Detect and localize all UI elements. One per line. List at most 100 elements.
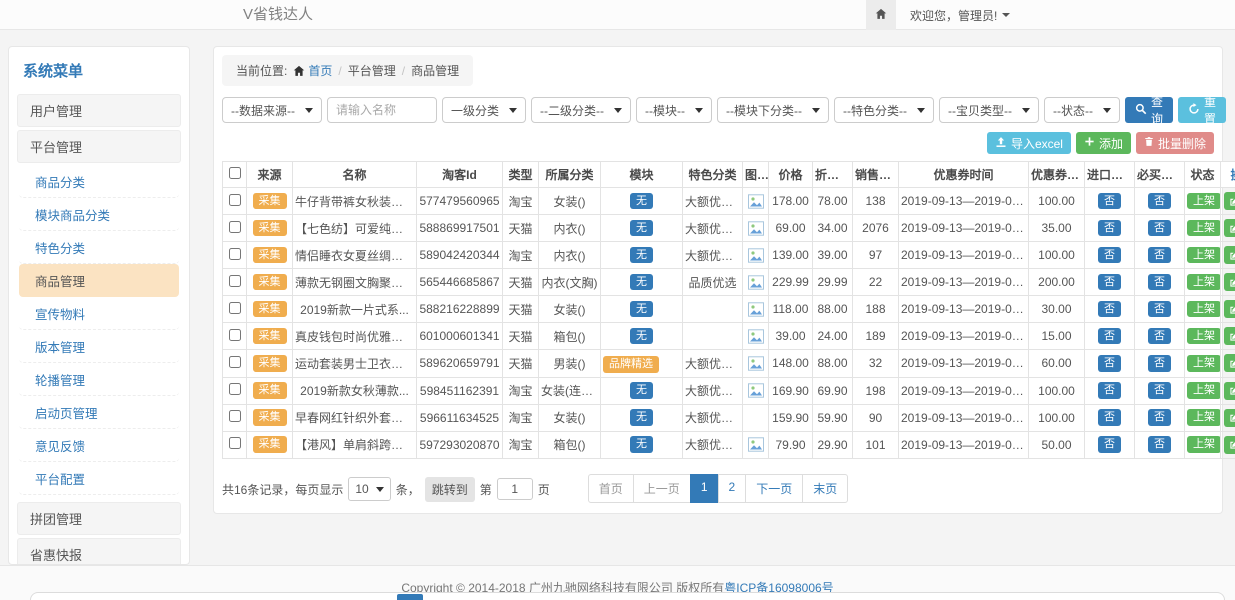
- product-thumbnail-icon[interactable]: [748, 194, 764, 209]
- page-button-4[interactable]: 下一页: [745, 474, 803, 503]
- module-badge[interactable]: 无: [630, 247, 653, 264]
- status-badge[interactable]: 上架: [1187, 193, 1221, 210]
- sidebar-item[interactable]: 宣传物料: [19, 297, 179, 330]
- status-badge[interactable]: 上架: [1187, 301, 1221, 318]
- row-checkbox[interactable]: [229, 437, 241, 449]
- sidebar-group[interactable]: 拼团管理: [17, 502, 181, 535]
- select-all-checkbox[interactable]: [229, 167, 241, 179]
- import-toggle[interactable]: 否: [1098, 247, 1121, 264]
- add-button[interactable]: 添加: [1076, 132, 1131, 154]
- row-checkbox[interactable]: [229, 221, 241, 233]
- status-badge[interactable]: 上架: [1187, 328, 1221, 345]
- import-toggle[interactable]: 否: [1098, 220, 1121, 237]
- must-buy-toggle[interactable]: 否: [1148, 409, 1171, 426]
- status-badge[interactable]: 上架: [1187, 409, 1221, 426]
- must-buy-toggle[interactable]: 否: [1148, 274, 1171, 291]
- page-button-5[interactable]: 末页: [802, 474, 848, 503]
- jump-page-input[interactable]: [497, 478, 533, 500]
- product-thumbnail-icon[interactable]: [748, 248, 764, 263]
- row-checkbox[interactable]: [229, 410, 241, 422]
- import-toggle[interactable]: 否: [1098, 409, 1121, 426]
- status-badge[interactable]: 上架: [1187, 355, 1221, 372]
- product-thumbnail-icon[interactable]: [748, 383, 764, 398]
- must-buy-toggle[interactable]: 否: [1148, 247, 1171, 264]
- sidebar-item-active[interactable]: 商品管理: [19, 264, 179, 297]
- sidebar-item[interactable]: 平台配置: [19, 462, 179, 495]
- module-badge[interactable]: 无: [630, 409, 653, 426]
- batch-delete-button[interactable]: 批量删除: [1136, 132, 1214, 154]
- status-badge[interactable]: 上架: [1187, 274, 1221, 291]
- sidebar-group[interactable]: 省惠快报: [17, 538, 181, 565]
- status-badge[interactable]: 上架: [1187, 382, 1221, 399]
- sidebar-item[interactable]: 特色分类: [19, 231, 179, 264]
- jump-button[interactable]: 跳转到: [425, 477, 475, 502]
- must-buy-toggle[interactable]: 否: [1148, 382, 1171, 399]
- per-page-select[interactable]: 10: [348, 477, 390, 501]
- module-badge[interactable]: 无: [630, 220, 653, 237]
- status-badge[interactable]: 上架: [1187, 436, 1221, 453]
- sidebar-item[interactable]: 版本管理: [19, 330, 179, 363]
- product-thumbnail-icon[interactable]: [748, 275, 764, 290]
- product-thumbnail-icon[interactable]: [748, 437, 764, 452]
- must-buy-toggle[interactable]: 否: [1148, 436, 1171, 453]
- module-badge[interactable]: 无: [630, 328, 653, 345]
- filter-select-feature[interactable]: --特色分类--: [834, 97, 934, 123]
- edit-button[interactable]: [1224, 382, 1235, 400]
- sidebar-item[interactable]: 启动页管理: [19, 396, 179, 429]
- module-badge[interactable]: 无: [630, 436, 653, 453]
- row-checkbox[interactable]: [229, 356, 241, 368]
- import-toggle[interactable]: 否: [1098, 436, 1121, 453]
- row-checkbox[interactable]: [229, 302, 241, 314]
- must-buy-toggle[interactable]: 否: [1148, 301, 1171, 318]
- search-button[interactable]: 查询: [1125, 97, 1173, 123]
- edit-button[interactable]: [1224, 273, 1235, 291]
- module-badge[interactable]: 无: [630, 301, 653, 318]
- must-buy-toggle[interactable]: 否: [1148, 193, 1171, 210]
- import-toggle[interactable]: 否: [1098, 193, 1121, 210]
- module-badge[interactable]: 无: [630, 193, 653, 210]
- sidebar-group[interactable]: 平台管理: [17, 130, 181, 163]
- module-badge[interactable]: 品牌精选: [603, 356, 659, 373]
- edit-button[interactable]: [1224, 300, 1235, 318]
- sidebar-item[interactable]: 轮播管理: [19, 363, 179, 396]
- module-badge[interactable]: 无: [630, 382, 653, 399]
- page-button-num-2[interactable]: 2: [718, 474, 747, 503]
- filter-select-category2[interactable]: --二级分类--: [531, 97, 631, 123]
- filter-select-item-type[interactable]: --宝贝类型--: [939, 97, 1039, 123]
- row-checkbox[interactable]: [229, 248, 241, 260]
- edit-button[interactable]: [1224, 327, 1235, 345]
- status-badge[interactable]: 上架: [1187, 220, 1221, 237]
- import-toggle[interactable]: 否: [1098, 355, 1121, 372]
- product-thumbnail-icon[interactable]: [748, 221, 764, 236]
- product-thumbnail-icon[interactable]: [748, 302, 764, 317]
- filter-input-name[interactable]: [327, 97, 437, 123]
- row-checkbox[interactable]: [229, 383, 241, 395]
- import-toggle[interactable]: 否: [1098, 274, 1121, 291]
- edit-button[interactable]: [1224, 409, 1235, 427]
- sidebar-item[interactable]: 意见反馈: [19, 429, 179, 462]
- reset-button[interactable]: 重置: [1178, 97, 1226, 123]
- import-toggle[interactable]: 否: [1098, 382, 1121, 399]
- filter-select-module[interactable]: --模块--: [636, 97, 712, 123]
- page-button-num-1[interactable]: 1: [690, 474, 719, 503]
- row-checkbox[interactable]: [229, 194, 241, 206]
- filter-select-source[interactable]: --数据来源--: [222, 97, 322, 123]
- edit-button[interactable]: [1224, 246, 1235, 264]
- sidebar-item[interactable]: 模块商品分类: [19, 198, 179, 231]
- page-button-0[interactable]: 首页: [588, 474, 634, 503]
- edit-button[interactable]: [1224, 192, 1235, 210]
- import-toggle[interactable]: 否: [1098, 328, 1121, 345]
- sidebar-group[interactable]: 用户管理: [17, 94, 181, 127]
- status-badge[interactable]: 上架: [1187, 247, 1221, 264]
- row-checkbox[interactable]: [229, 275, 241, 287]
- must-buy-toggle[interactable]: 否: [1148, 355, 1171, 372]
- breadcrumb-home-link[interactable]: 首页: [293, 62, 332, 79]
- filter-select-category1[interactable]: 一级分类: [442, 97, 526, 123]
- must-buy-toggle[interactable]: 否: [1148, 328, 1171, 345]
- product-thumbnail-icon[interactable]: [748, 329, 764, 344]
- page-button-1[interactable]: 上一页: [633, 474, 691, 503]
- filter-select-module-sub[interactable]: --模块下分类--: [717, 97, 829, 123]
- import-excel-button[interactable]: 导入excel: [987, 132, 1071, 154]
- module-badge[interactable]: 无: [630, 274, 653, 291]
- edit-button[interactable]: [1224, 354, 1235, 372]
